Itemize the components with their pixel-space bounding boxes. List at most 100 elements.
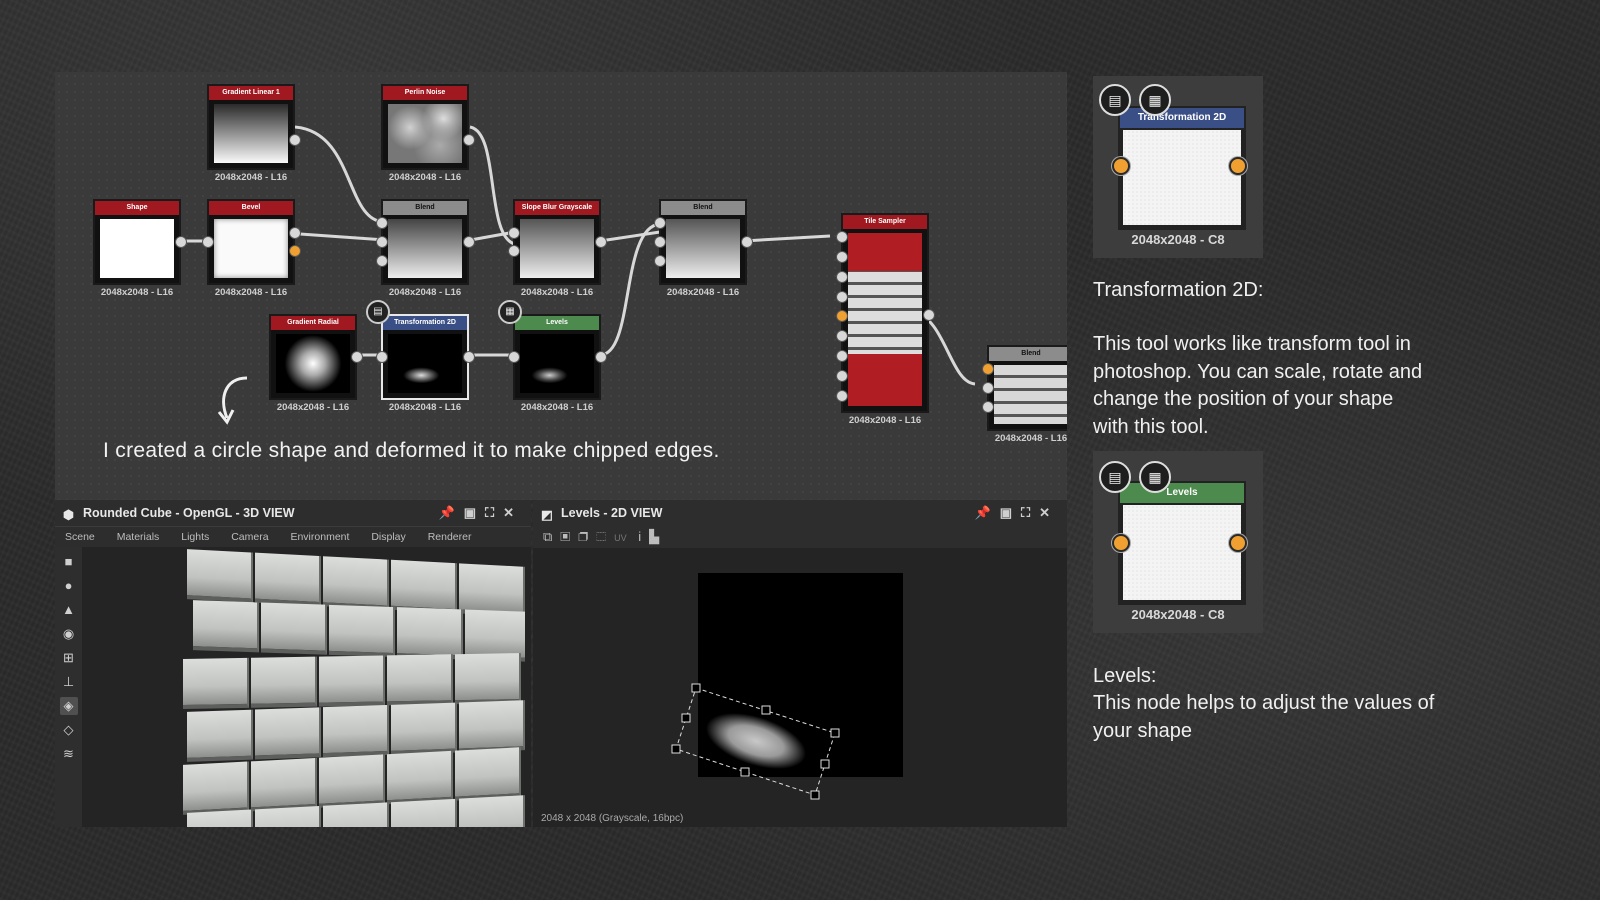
menu-scene[interactable]: Scene [65,531,95,543]
3d-view-panel[interactable]: ⬢ Rounded Cube - OpenGL - 3D VIEW 📌▣⛶✕ Sc… [55,500,531,827]
input-port[interactable] [836,271,848,283]
transform-gizmo[interactable] [671,573,903,800]
node-tile-sampler[interactable]: Tile Sampler 2048x2048 - L16 [836,213,935,426]
menu-display[interactable]: Display [371,531,405,543]
output-port[interactable] [923,309,935,321]
node-blend-3[interactable]: Blend 2048x2048 - L16 [982,345,1067,444]
input-port[interactable] [202,236,214,248]
light-icon[interactable]: ● [60,577,78,595]
menu-renderer[interactable]: Renderer [428,531,472,543]
output-port[interactable] [175,236,187,248]
input-port-active[interactable] [982,363,994,375]
panel-controls[interactable]: 📌▣⛶✕ [975,500,1059,526]
node-levels[interactable]: Levels 2048x2048 - L16 ▦ [498,300,607,413]
panel-controls[interactable]: 📌▣⛶✕ [439,500,523,526]
grid-icon[interactable]: ⊞ [60,649,78,667]
output-port[interactable] [351,351,363,363]
2d-view-panel[interactable]: ◩ Levels - 2D VIEW 📌▣⛶✕ ⧉▣❐⬚UV i▙ 2048 x … [533,500,1067,827]
node-title: Perlin Noise [383,86,467,100]
uv-dropdown[interactable]: UV [614,533,627,543]
node-perlin-noise[interactable]: Perlin Noise 2048x2048 - L16 [381,84,475,183]
menu-camera[interactable]: Camera [231,531,268,543]
save-icon[interactable]: ▣ [560,529,578,544]
input-port[interactable] [836,291,848,303]
node-slope-blur[interactable]: Slope Blur Grayscale 2048x2048 - L16 [508,199,607,298]
layers-icon[interactable]: ≋ [60,745,78,763]
curved-arrow-icon [217,376,248,425]
environment-icon[interactable]: ▲ [60,601,78,619]
3d-viewport[interactable] [165,548,525,827]
output-port[interactable] [595,351,607,363]
input-port[interactable] [836,330,848,342]
cube-mesh-icon[interactable]: ◈ [59,697,78,715]
description-line: This tool works like transform tool in [1093,333,1411,355]
output-port[interactable] [463,236,475,248]
input-port[interactable] [376,351,388,363]
node-thumbnail [276,334,350,393]
input-port[interactable] [836,251,848,263]
node-title: Tile Sampler [843,215,927,229]
output-port[interactable] [463,351,475,363]
description-line: This node helps to adjust the values of [1093,692,1435,714]
document-icon: ▤ [1099,84,1131,116]
output-port[interactable] [289,227,301,239]
input-port[interactable] [836,390,848,402]
output-port[interactable] [741,236,753,248]
description-line: with this tool. [1093,415,1209,438]
histogram-icon[interactable]: ▙ [649,529,667,544]
node-gradient-linear[interactable]: Gradient Linear 1 2048x2048 - L16 [207,84,301,183]
node-resolution: 2048x2048 - L16 [520,402,594,413]
input-port[interactable] [982,401,994,413]
input-port-active[interactable] [836,310,848,322]
output-port[interactable] [289,134,301,146]
input-port[interactable] [836,350,848,362]
info-icon[interactable]: i [638,529,649,544]
input-port[interactable] [508,227,520,239]
panel-title: Rounded Cube - OpenGL - 3D VIEW [83,506,295,520]
node-gradient-radial[interactable]: Gradient Radial 2048x2048 - L16 [269,314,363,413]
input-port[interactable] [376,236,388,248]
document-icon: ▤ [1099,461,1131,493]
input-port[interactable] [376,217,388,229]
input-port[interactable] [376,255,388,267]
node-bevel[interactable]: Bevel 2048x2048 - L16 [202,199,301,298]
transformation-2d-node-card: Transformation 2D ▤ ▦ 2048x2048 - C8 [1093,76,1263,258]
input-port[interactable] [836,231,848,243]
node-blend-1[interactable]: Blend 2048x2048 - L16 [376,199,475,298]
node-resolution: 2048x2048 - L16 [214,287,288,298]
node-resolution: 2048x2048 - C8 [1131,232,1225,247]
camera-icon[interactable]: ■ [60,553,78,571]
checker-icon[interactable]: ▦ [498,300,522,324]
node-transformation-2d[interactable]: Transformation 2D 2048x2048 - L16 ▤ [366,300,475,413]
document-icon[interactable]: ▤ [366,300,390,324]
levels-node-card: Levels ▤ ▦ 2048x2048 - C8 [1093,451,1263,633]
node-resolution: 2048x2048 - L16 [388,402,462,413]
menu-lights[interactable]: Lights [181,531,209,543]
node-blend-2[interactable]: Blend 2048x2048 - L16 [654,199,753,298]
output-port-normal[interactable] [289,245,301,257]
axis-icon[interactable]: ⊥ [60,673,78,691]
node-thumbnail [994,365,1067,424]
input-port[interactable] [836,370,848,382]
input-port[interactable] [654,217,666,229]
node-thumbnail [100,219,174,278]
box-wire-icon[interactable]: ◇ [60,721,78,739]
input-port[interactable] [654,236,666,248]
menu-materials[interactable]: Materials [117,531,160,543]
export-icon[interactable]: ⧉ [543,529,560,544]
node-thumbnail [388,104,462,163]
input-port[interactable] [508,245,520,257]
fit-icon[interactable]: ⬚ [596,529,614,544]
node-title: Slope Blur Grayscale [515,201,599,215]
input-port[interactable] [508,351,520,363]
2d-canvas[interactable] [671,573,903,800]
node-shape[interactable]: Shape 2048x2048 - L16 [93,199,187,298]
copy-icon[interactable]: ❐ [578,529,596,544]
input-port[interactable] [654,255,666,267]
output-port[interactable] [463,134,475,146]
menu-environment[interactable]: Environment [290,531,349,543]
display-icon[interactable]: ◉ [60,625,78,643]
output-port[interactable] [595,236,607,248]
graph-editor[interactable]: Gradient Linear 1 2048x2048 - L16 Perlin… [55,72,1067,500]
input-port[interactable] [982,382,994,394]
